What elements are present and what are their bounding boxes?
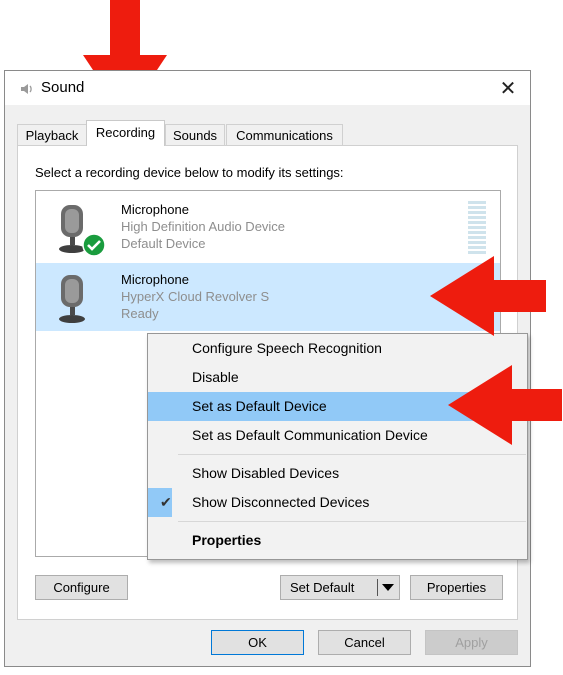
menu-item-properties[interactable]: Properties xyxy=(148,526,527,555)
level-meter xyxy=(468,201,486,257)
menu-item-configure-speech[interactable]: Configure Speech Recognition xyxy=(148,334,527,363)
tab-recording[interactable]: Recording xyxy=(86,120,165,146)
window-title: Sound xyxy=(41,79,85,96)
split-divider xyxy=(377,579,378,596)
menu-separator xyxy=(178,454,526,455)
microphone-icon xyxy=(59,275,85,323)
annotation-arrow-left xyxy=(430,256,546,336)
dropdown-arrow-icon[interactable] xyxy=(382,584,394,592)
menu-separator xyxy=(178,521,526,522)
device-name: Microphone xyxy=(121,272,189,287)
configure-button[interactable]: Configure xyxy=(35,575,128,600)
list-item[interactable]: Microphone High Definition Audio Device … xyxy=(36,193,500,261)
apply-button[interactable]: Apply xyxy=(425,630,518,655)
default-check-badge-icon xyxy=(82,233,106,257)
tab-playback[interactable]: Playback xyxy=(17,124,87,145)
menu-item-show-disconnected[interactable]: ✔ Show Disconnected Devices xyxy=(148,488,527,517)
close-icon: ✕ xyxy=(499,77,517,100)
tab-sounds[interactable]: Sounds xyxy=(165,124,225,145)
instructions-text: Select a recording device below to modif… xyxy=(35,165,344,180)
ok-button[interactable]: OK xyxy=(211,630,304,655)
device-status: Ready xyxy=(121,306,159,321)
set-default-label: Set Default xyxy=(290,580,355,595)
close-button[interactable]: ✕ xyxy=(486,71,530,105)
annotation-arrow-left xyxy=(448,365,562,445)
speaker-icon xyxy=(21,84,32,94)
properties-button[interactable]: Properties xyxy=(410,575,503,600)
device-status: Default Device xyxy=(121,236,206,251)
cancel-button[interactable]: Cancel xyxy=(318,630,411,655)
title-bar: Sound ✕ xyxy=(5,71,530,105)
device-name: Microphone xyxy=(121,202,189,217)
device-description: High Definition Audio Device xyxy=(121,219,286,234)
tab-communications[interactable]: Communications xyxy=(226,124,343,145)
device-description: HyperX Cloud Revolver S xyxy=(121,289,270,304)
set-default-button[interactable]: Set Default xyxy=(280,575,400,600)
checkmark-icon: ✔ xyxy=(160,494,172,510)
menu-item-show-disabled[interactable]: Show Disabled Devices xyxy=(148,459,527,488)
